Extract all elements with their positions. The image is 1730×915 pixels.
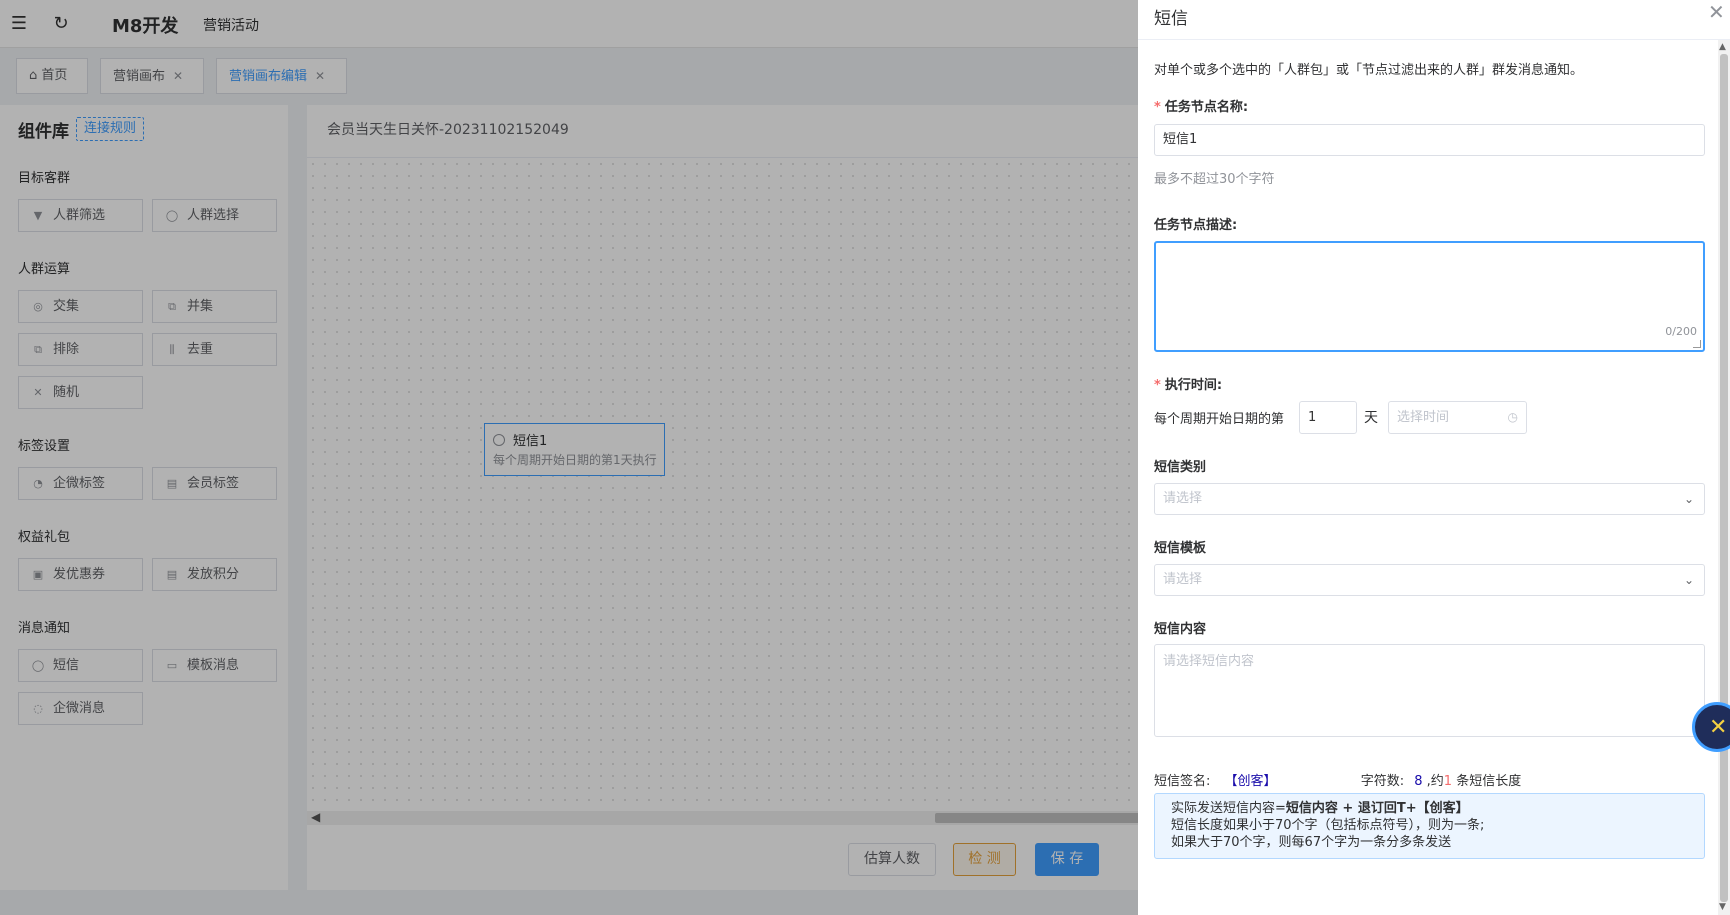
clock-icon: ◷ [1507,410,1518,424]
exec-time-prefix: 每个周期开始日期的第 [1154,412,1285,427]
sms-notice: 实际发送短信内容=短信内容 + 退订回T+【创客】 短信长度如果小于70个字（包… [1154,793,1705,859]
sms-template-label: 短信模板 [1154,541,1207,556]
chevron-down-icon: ⌄ [1683,492,1694,506]
drawer-title: 短信 [1154,9,1188,29]
chevron-up-icon[interactable]: ▲ [1719,42,1726,52]
vertical-scrollbar[interactable]: ▲ ▼ [1718,40,1730,915]
signature-row: 短信签名: 【创客】 字符数: 8 ,约1 条短信长度 [1154,774,1522,789]
sms-template-select[interactable]: 请选择 ⌄ [1154,564,1705,596]
drawer-description: 对单个或多个选中的「人群包」或「节点过滤出来的人群」群发消息通知。 [1154,63,1584,78]
close-icon[interactable]: ✕ [1708,0,1725,24]
day-unit: 天 [1364,410,1378,426]
task-desc-label: 任务节点描述: [1154,218,1238,233]
task-name-label: * 任务节点名称: [1154,100,1249,115]
chevron-down-icon[interactable]: ▼ [1719,902,1726,912]
day-input[interactable]: 1 [1299,401,1357,434]
sms-type-select[interactable]: 请选择 ⌄ [1154,483,1705,515]
divider [1138,39,1730,40]
chevron-down-icon: ⌄ [1683,573,1694,587]
signature-value: 【创客】 [1224,774,1277,789]
exec-time-label: * 执行时间: [1154,378,1223,393]
modal-overlay[interactable] [0,0,1138,915]
resize-handle-icon[interactable] [1693,340,1701,348]
sms-content-textarea[interactable]: 请选择短信内容 [1154,644,1705,737]
task-name-input[interactable]: 短信1 [1154,124,1705,156]
task-desc-textarea[interactable]: 0/200 [1154,241,1705,352]
sms-pieces: 1 [1443,774,1453,789]
assistant-icon: ✕ [1709,715,1728,740]
sms-drawer: 短信 ✕ 对单个或多个选中的「人群包」或「节点过滤出来的人群」群发消息通知。 *… [1138,0,1730,915]
scroll-thumb[interactable] [1720,54,1728,902]
sms-type-label: 短信类别 [1154,460,1207,475]
time-picker[interactable]: 选择时间 ◷ [1388,401,1527,434]
sms-content-label: 短信内容 [1154,622,1207,637]
char-count: 8 [1414,774,1423,789]
task-name-hint: 最多不超过30个字符 [1154,172,1275,187]
